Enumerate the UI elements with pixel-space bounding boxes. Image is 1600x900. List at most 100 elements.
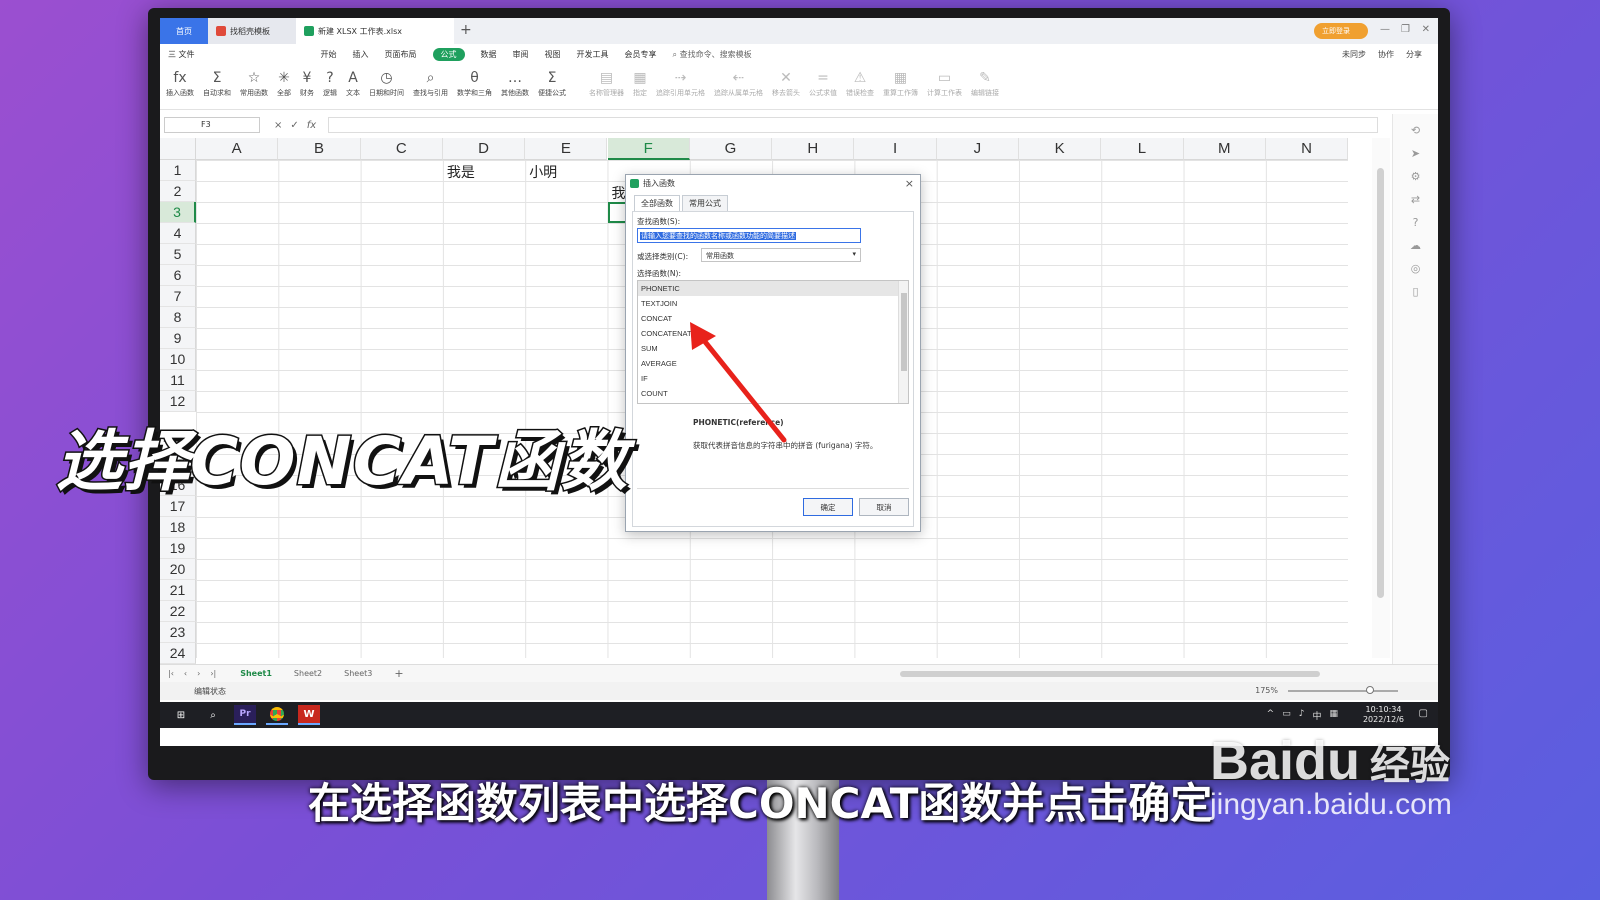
ribbon-button[interactable]: ▦ 重算工作簿 [883, 64, 918, 98]
function-list-item[interactable]: CONCATENATE [638, 326, 908, 341]
category-select[interactable]: 常用函数 ▾ [701, 248, 861, 262]
menu-home[interactable]: 开始 [321, 49, 337, 60]
horizontal-scrollbar[interactable] [900, 671, 1320, 677]
menu-review[interactable]: 审阅 [513, 49, 529, 60]
ribbon-button[interactable]: ⇢ 追踪引用单元格 [656, 64, 705, 98]
column-header[interactable]: C [360, 138, 443, 160]
row-header[interactable]: 8 [160, 307, 196, 328]
ribbon-button[interactable]: Σ 自动求和 [203, 64, 231, 98]
row-header[interactable]: 5 [160, 244, 196, 265]
menu-developer[interactable]: 开发工具 [577, 49, 609, 60]
row-header[interactable]: 19 [160, 538, 196, 559]
tray-chevron-icon[interactable]: ^ [1267, 709, 1275, 722]
sync-button[interactable]: 未同步 [1342, 49, 1366, 60]
side-book-icon[interactable]: ▯ [1393, 285, 1438, 298]
taskbar-search-icon[interactable]: ⌕ [202, 705, 224, 725]
column-header[interactable]: H [772, 138, 855, 160]
sheet-tab-3[interactable]: Sheet3 [344, 669, 372, 678]
ribbon-button[interactable]: ⌕ 查找与引用 [413, 64, 448, 98]
cell-value[interactable]: 我是 [447, 162, 475, 182]
sheet-nav-first-icon[interactable]: |‹ [168, 669, 174, 678]
menu-data[interactable]: 数据 [481, 49, 497, 60]
ribbon-button[interactable]: ✳ 全部 [277, 64, 291, 98]
column-header[interactable]: E [525, 138, 608, 160]
new-tab-button[interactable]: + [460, 22, 472, 38]
side-cursor-icon[interactable]: ➤ [1393, 147, 1438, 160]
column-header[interactable]: M [1183, 138, 1266, 160]
ribbon-button[interactable]: ☆ 常用函数 [240, 64, 268, 98]
ribbon-button[interactable]: ✎ 编辑链接 [971, 64, 999, 98]
close-icon[interactable]: ✕ [1422, 24, 1430, 35]
row-header[interactable]: 23 [160, 622, 196, 643]
function-list-item[interactable]: COUNT [638, 386, 908, 401]
row-header[interactable]: 10 [160, 349, 196, 370]
ribbon-button[interactable]: ▤ 名称管理器 [589, 64, 624, 98]
tab-all-functions[interactable]: 全部函数 [634, 195, 680, 211]
zoom-slider[interactable] [1288, 690, 1398, 692]
zoom-level[interactable]: 175% [1255, 686, 1278, 695]
restore-icon[interactable]: ❐ [1401, 24, 1410, 35]
keyboard-icon[interactable]: ▦ [1329, 709, 1338, 722]
ribbon-button[interactable]: ✕ 移去箭头 [772, 64, 800, 98]
ok-button[interactable]: 确定 [803, 498, 853, 516]
tab-templates[interactable]: 找稻壳模板 [208, 18, 296, 44]
function-list-item[interactable]: IF [638, 371, 908, 386]
command-search[interactable]: ⌕ 查找命令、搜索模板 [673, 49, 752, 60]
share-button[interactable]: 分享 [1406, 49, 1422, 60]
row-header[interactable]: 1 [160, 160, 196, 181]
notification-icon[interactable]: ▢ [1419, 708, 1428, 719]
cancel-button[interactable]: 取消 [859, 498, 909, 516]
side-settings-icon[interactable]: ⚙ [1393, 170, 1438, 183]
sheet-nav-next-icon[interactable]: › [197, 669, 200, 678]
function-list-scrollbar[interactable] [898, 281, 908, 403]
ribbon-button[interactable]: ▭ 计算工作表 [927, 64, 962, 98]
ribbon-button[interactable]: ¥ 财务 [300, 64, 314, 98]
column-header[interactable]: I [854, 138, 937, 160]
menu-page-layout[interactable]: 页面布局 [385, 49, 417, 60]
row-header[interactable]: 21 [160, 580, 196, 601]
vertical-scrollbar[interactable] [1372, 138, 1390, 658]
cell-value[interactable]: 我 [612, 183, 626, 203]
side-backup-icon[interactable]: ☁ [1393, 239, 1438, 252]
column-header[interactable]: A [196, 138, 279, 160]
column-header[interactable]: B [278, 138, 361, 160]
formula-input[interactable] [328, 117, 1379, 133]
row-header[interactable]: 4 [160, 223, 196, 244]
column-header[interactable]: J [936, 138, 1019, 160]
windows-start-icon[interactable]: ⊞ [170, 705, 192, 725]
collaborate-button[interactable]: 协作 [1378, 49, 1394, 60]
row-header[interactable]: 2 [160, 181, 196, 202]
row-header[interactable]: 3 [160, 202, 196, 223]
ribbon-button[interactable]: ⇠ 追踪从属单元格 [714, 64, 763, 98]
ime-indicator[interactable]: 中 [1312, 709, 1321, 722]
dialog-close-icon[interactable]: × [905, 177, 914, 190]
wps-icon[interactable]: W [298, 705, 320, 725]
function-list-item[interactable]: PHONETIC [638, 281, 908, 296]
column-header[interactable]: N [1265, 138, 1349, 160]
column-header[interactable]: G [689, 138, 773, 160]
menu-formulas[interactable]: 公式 [432, 47, 465, 61]
confirm-icon[interactable]: ✓ [290, 120, 298, 131]
row-header[interactable]: 24 [160, 643, 196, 664]
row-header[interactable]: 22 [160, 601, 196, 622]
ribbon-button[interactable]: ▦ 指定 [633, 64, 647, 98]
tab-workbook[interactable]: 新建 XLSX 工作表.xlsx [296, 18, 454, 44]
ribbon-button[interactable]: fx 插入函数 [166, 64, 194, 98]
row-header[interactable]: 11 [160, 370, 196, 391]
ribbon-button[interactable]: ◷ 日期和时间 [369, 64, 404, 98]
sheet-nav-last-icon[interactable]: ›| [210, 669, 216, 678]
volume-icon[interactable]: ♪ [1299, 709, 1305, 722]
zoom-slider-handle[interactable] [1366, 686, 1374, 694]
column-header[interactable]: D [442, 138, 526, 160]
function-list-item[interactable]: CONCAT [638, 311, 908, 326]
sheet-tab-1[interactable]: Sheet1 [240, 669, 272, 678]
menu-view[interactable]: 视图 [545, 49, 561, 60]
function-list[interactable]: PHONETIC TEXTJOIN CONCAT CONCATENATE SUM AVER… [637, 280, 909, 404]
row-header[interactable]: 9 [160, 328, 196, 349]
ribbon-button[interactable]: = 公式求值 [809, 64, 837, 98]
column-header[interactable]: K [1019, 138, 1102, 160]
function-search-input[interactable]: 请输入您要查找的函数名称或函数功能的简要描述 [637, 228, 861, 243]
row-header[interactable]: 7 [160, 286, 196, 307]
cell-value[interactable]: 小明 [529, 162, 557, 182]
function-list-item[interactable]: AVERAGE [638, 356, 908, 371]
